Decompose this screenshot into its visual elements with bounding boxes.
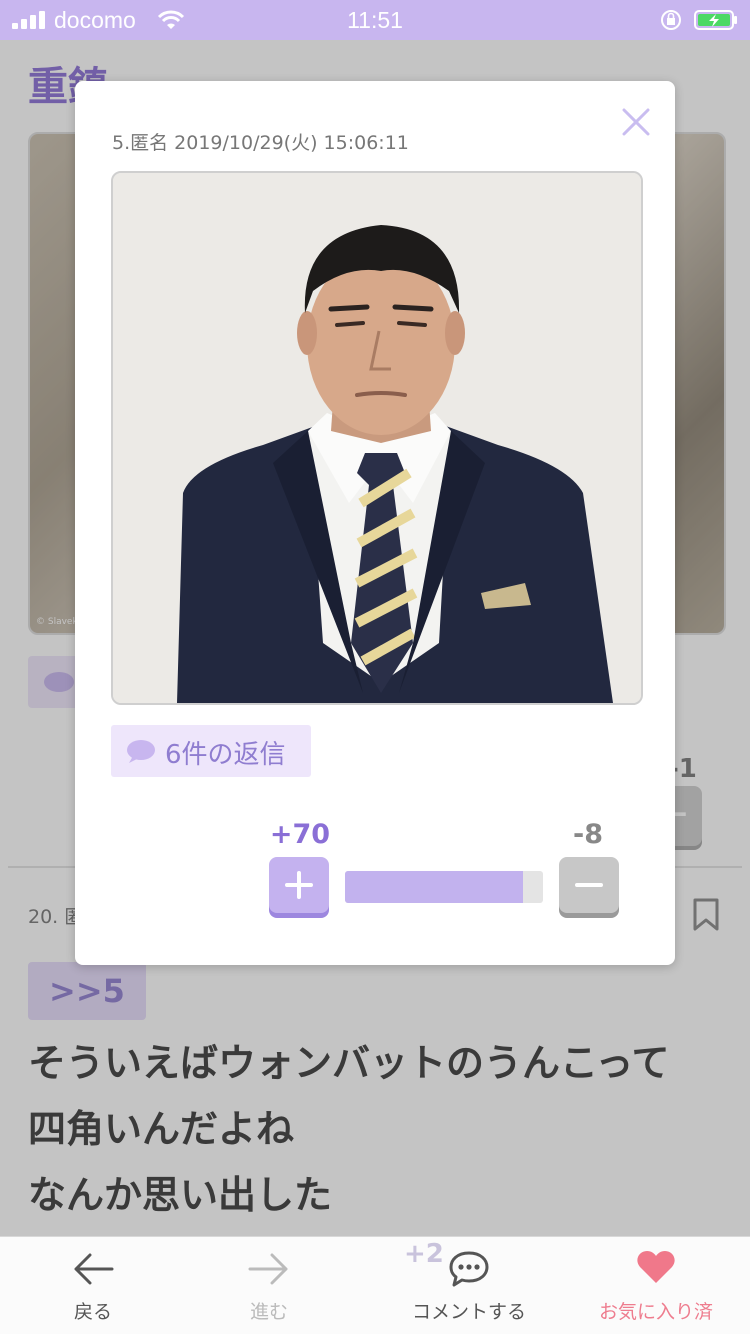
comment-button[interactable]: コメントする: [396, 1237, 542, 1334]
heart-icon: [637, 1251, 675, 1283]
back-button[interactable]: 戻る: [52, 1237, 134, 1334]
close-icon[interactable]: [619, 105, 653, 139]
comment-modal: 5.匿名 2019/10/29(火) 15:06:11 6件の返信 +70 -8: [75, 81, 675, 965]
vote-ratio-fill: [345, 871, 524, 903]
forward-label: 進む: [249, 1301, 288, 1323]
favorite-button[interactable]: お気に入り済: [588, 1237, 724, 1334]
orientation-lock-icon: [661, 10, 681, 30]
replies-label: 6件の返信: [165, 740, 286, 770]
favorite-label: お気に入り済: [598, 1301, 713, 1323]
comment-meta: 5.匿名 2019/10/29(火) 15:06:11: [112, 132, 409, 154]
comment-bubble-icon: [127, 740, 155, 763]
battery-charging-icon: [694, 10, 737, 30]
comment-label: コメントする: [411, 1301, 526, 1323]
plus-icon: [285, 871, 313, 899]
plus-count: +70: [269, 819, 331, 850]
replies-button[interactable]: 6件の返信: [111, 725, 311, 777]
forward-button[interactable]: 進む: [228, 1237, 310, 1334]
portrait-illustration: [113, 173, 641, 703]
plus-vote-button[interactable]: [269, 857, 329, 913]
clock: 11:51: [347, 7, 403, 33]
minus-icon: [575, 883, 603, 887]
bottom-toolbar: +2 戻る 進む コメントする お気に入り済: [0, 1236, 750, 1334]
status-bar: docomo 11:51: [0, 0, 750, 40]
back-label: 戻る: [73, 1301, 112, 1323]
vote-ratio-bar: [345, 871, 543, 903]
minus-count: -8: [573, 819, 603, 850]
arrow-right-icon: [248, 1253, 288, 1285]
minus-vote-button[interactable]: [559, 857, 619, 913]
comment-photo[interactable]: [111, 171, 643, 705]
arrow-left-icon: [74, 1253, 114, 1285]
comment-icon: [449, 1251, 489, 1287]
